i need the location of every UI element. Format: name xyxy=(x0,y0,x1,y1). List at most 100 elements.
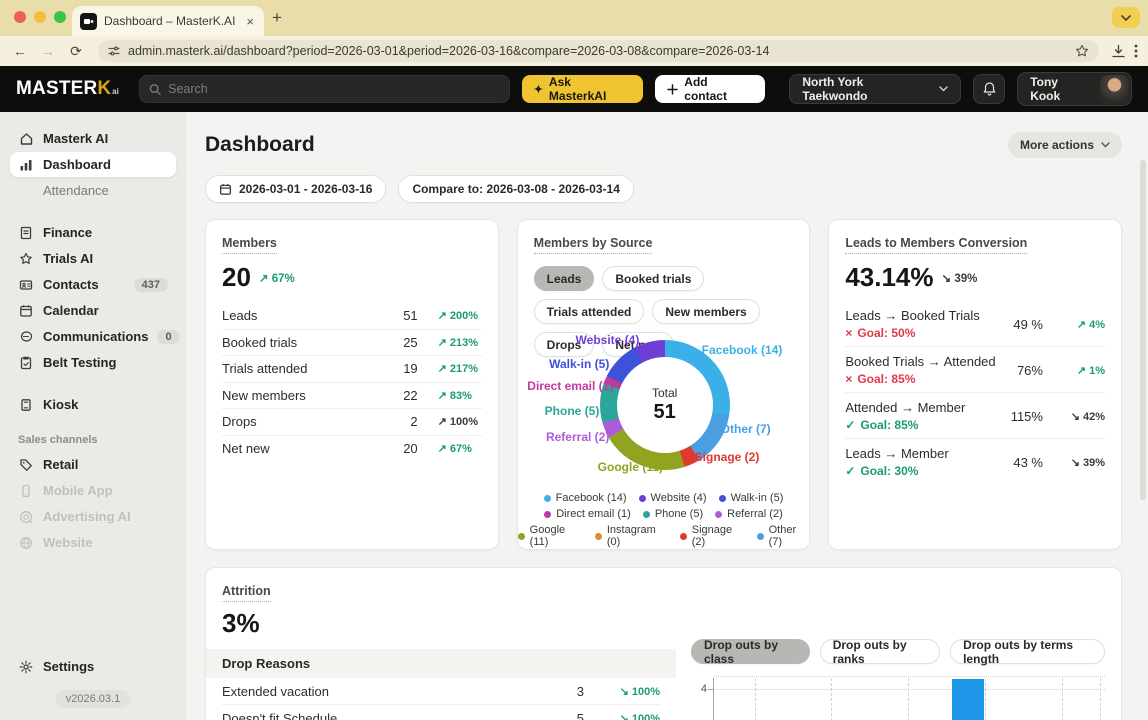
sidebar-item-retail[interactable]: Retail xyxy=(10,452,176,477)
conversion-trend: ↘ 39% xyxy=(941,272,978,285)
members-card: Members 20 ↗ 67% Leads 51 ↗ 200% Booked … xyxy=(205,219,499,550)
sidebar-item-masterk-ai[interactable]: Masterk AI xyxy=(10,126,176,151)
filter-pill-trials-attended[interactable]: Trials attended xyxy=(533,299,645,324)
donut-label-google: Google (11) xyxy=(597,460,663,474)
advertising-icon xyxy=(18,510,34,524)
tab-dropouts-by-ranks[interactable]: Drop outs by ranks xyxy=(819,638,941,666)
organization-selector[interactable]: North York Taekwondo xyxy=(789,74,962,104)
ask-masterkai-button[interactable]: ✦ Ask MasterkAI xyxy=(521,75,644,103)
sidebar-item-advertising-ai[interactable]: Advertising AI xyxy=(10,504,176,529)
search-icon xyxy=(149,83,161,95)
donut-center-label: Total xyxy=(651,386,678,400)
new-tab-button[interactable]: + xyxy=(272,8,282,28)
members-total: 20 xyxy=(222,262,251,292)
clipboard-check-icon xyxy=(18,356,34,370)
donut-label-website: Website (4) xyxy=(575,333,640,347)
table-row: Extended vacation 3 ↘ 100% xyxy=(222,678,660,705)
home-icon xyxy=(18,131,34,146)
forward-button[interactable]: → xyxy=(38,43,58,59)
chat-icon xyxy=(18,330,34,344)
sidebar-item-belt-testing[interactable]: Belt Testing xyxy=(10,350,176,375)
dropout-bar[interactable] xyxy=(952,679,984,720)
table-row: Leads → Booked Trials × Goal: 50% 49 % ↗ … xyxy=(845,301,1105,347)
sidebar-item-mobile-app[interactable]: Mobile App xyxy=(10,478,176,503)
sidebar-item-calendar[interactable]: Calendar xyxy=(10,298,176,323)
legend-item: Facebook (14) xyxy=(543,492,627,504)
donut-label-other: Other (7) xyxy=(720,422,771,436)
date-range-picker[interactable]: 2026-03-01 - 2026-03-16 xyxy=(205,175,387,203)
dropouts-bar-chart: 4 3 xyxy=(691,676,1105,720)
bell-icon xyxy=(983,82,996,96)
search-input[interactable] xyxy=(168,82,500,96)
tab-dropouts-by-terms-length[interactable]: Drop outs by terms length xyxy=(950,638,1106,666)
gear-icon xyxy=(18,660,34,674)
window-minimize-button[interactable] xyxy=(34,11,46,23)
page-title: Dashboard xyxy=(205,133,315,156)
legend-item: Instagram (0) xyxy=(594,524,668,548)
bookmark-star-icon[interactable] xyxy=(1075,44,1089,58)
bar-chart-icon xyxy=(18,158,34,172)
window-zoom-button[interactable] xyxy=(54,11,66,23)
sidebar-item-settings[interactable]: Settings xyxy=(10,654,176,679)
sales-channels-label: Sales channels xyxy=(18,434,98,446)
plus-icon xyxy=(667,83,679,95)
calendar-icon xyxy=(18,304,34,318)
legend-item: Google (11) xyxy=(517,524,583,548)
more-actions-button[interactable]: More actions xyxy=(1007,132,1122,158)
conversion-card: Leads to Members Conversion 43.14% ↘ 39%… xyxy=(828,219,1122,550)
legend-item: Referral (2) xyxy=(715,508,783,520)
sidebar-item-contacts[interactable]: Contacts 437 xyxy=(10,272,176,297)
members-card-title[interactable]: Members xyxy=(222,236,277,254)
attrition-title[interactable]: Attrition xyxy=(222,584,271,602)
table-row: Doesn't fit Schedule 5 ↘ 100% xyxy=(222,705,660,720)
url-bar[interactable]: admin.masterk.ai/dashboard?period=2026-0… xyxy=(98,40,1099,62)
tab-dropouts-by-class[interactable]: Drop outs by class xyxy=(691,638,810,666)
legend-item: Phone (5) xyxy=(642,508,703,520)
donut-label-facebook: Facebook (14) xyxy=(701,343,783,357)
back-button[interactable]: ← xyxy=(10,43,30,59)
conversion-card-title[interactable]: Leads to Members Conversion xyxy=(845,236,1028,254)
conversion-total: 43.14% xyxy=(845,262,934,292)
reload-button[interactable]: ⟳ xyxy=(66,43,86,60)
browser-tabstrip: Dashboard – MasterK.AI × + xyxy=(0,0,1148,36)
notifications-button[interactable] xyxy=(973,74,1006,104)
communications-count-badge: 0 xyxy=(157,329,180,344)
donut-label-walkin: Walk-in (5) xyxy=(549,357,610,371)
members-by-source-title[interactable]: Members by Source xyxy=(533,236,653,254)
mobile-phone-icon xyxy=(18,484,34,498)
sidebar-item-attendance[interactable]: Attendance xyxy=(10,178,176,203)
sidebar-item-kiosk[interactable]: Kiosk xyxy=(10,392,176,417)
table-row: New members 22 ↗ 83% xyxy=(222,383,482,409)
site-settings-icon[interactable] xyxy=(108,45,120,57)
browser-profile-chip[interactable] xyxy=(1112,7,1140,28)
sidebar-item-trials-ai[interactable]: Trials AI xyxy=(10,246,176,271)
goal-check-icon: ✓ xyxy=(845,418,856,432)
compare-range-picker[interactable]: Compare to: 2026-03-08 - 2026-03-14 xyxy=(398,175,634,203)
donut-label-referral: Referral (2) xyxy=(545,430,610,444)
window-close-button[interactable] xyxy=(14,11,26,23)
filter-pill-booked-trials[interactable]: Booked trials xyxy=(602,266,705,291)
sparkle-icon: ✦ xyxy=(533,83,543,96)
tab-title: Dashboard – MasterK.AI xyxy=(104,14,236,28)
chevron-down-icon xyxy=(939,86,948,92)
avatar xyxy=(1100,74,1129,104)
filter-pill-new-members[interactable]: New members xyxy=(652,299,760,324)
user-menu[interactable]: Tony Kook xyxy=(1017,72,1132,106)
sidebar-item-website[interactable]: Website xyxy=(10,530,176,555)
tab-close-icon[interactable]: × xyxy=(244,14,256,29)
browser-menu-icon[interactable] xyxy=(1134,44,1138,58)
sidebar-item-finance[interactable]: Finance xyxy=(10,220,176,245)
url-text[interactable]: admin.masterk.ai/dashboard?period=2026-0… xyxy=(128,44,1067,58)
browser-tab[interactable]: Dashboard – MasterK.AI × xyxy=(72,6,264,36)
filter-pill-leads[interactable]: Leads xyxy=(533,266,595,291)
scrollbar-thumb[interactable] xyxy=(1140,160,1146,500)
sidebar-item-dashboard[interactable]: Dashboard xyxy=(10,152,176,177)
kiosk-icon xyxy=(18,398,34,412)
add-contact-button[interactable]: Add contact xyxy=(655,75,766,103)
download-icon[interactable] xyxy=(1111,44,1126,59)
global-search[interactable] xyxy=(138,75,510,103)
masterk-logo[interactable]: MASTER Kai xyxy=(16,78,119,100)
receipt-icon xyxy=(18,226,34,240)
sidebar-item-communications[interactable]: Communications 0 xyxy=(10,324,180,349)
legend-item: Walk-in (5) xyxy=(718,492,783,504)
